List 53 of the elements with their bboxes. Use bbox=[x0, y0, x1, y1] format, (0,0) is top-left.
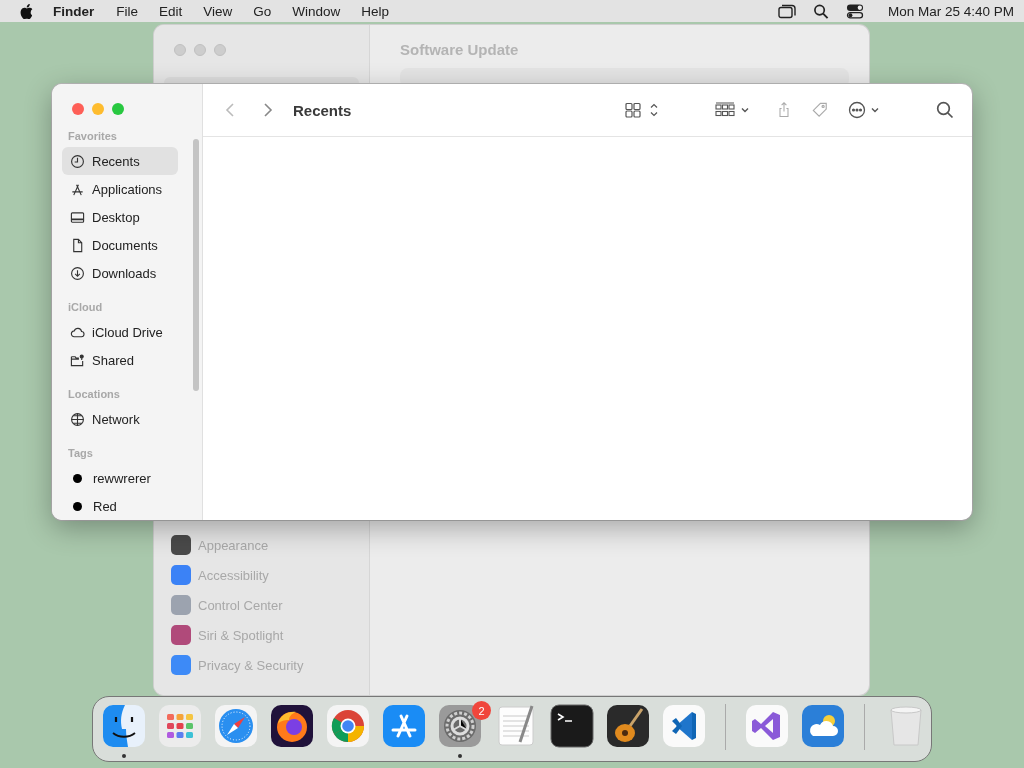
sidebar-item[interactable]: Red bbox=[62, 492, 178, 520]
section-header: iCloud bbox=[68, 301, 104, 315]
app-menu[interactable]: Finder bbox=[53, 3, 95, 19]
sidebar-item[interactable]: rewwrerer bbox=[62, 464, 178, 492]
sidebar-item[interactable]: Network bbox=[62, 405, 178, 433]
menu-item[interactable]: Help bbox=[361, 3, 390, 19]
section-header: Tags bbox=[68, 447, 94, 461]
apple-icon[interactable] bbox=[20, 3, 33, 19]
sidebar-item[interactable]: Applications bbox=[62, 175, 178, 203]
app-store-icon[interactable] bbox=[382, 704, 426, 748]
sidebar-item[interactable]: Shared bbox=[62, 346, 178, 374]
monitor-icon bbox=[70, 209, 85, 225]
compass-icon[interactable] bbox=[214, 704, 258, 748]
share-icon[interactable] bbox=[776, 102, 792, 118]
search-icon[interactable] bbox=[811, 3, 830, 19]
face-icon[interactable] bbox=[102, 704, 146, 748]
code-editor-icon[interactable] bbox=[662, 704, 706, 748]
guitar-icon[interactable] bbox=[606, 704, 650, 748]
sidebar-item[interactable]: Documents bbox=[62, 231, 178, 259]
sidebar-item[interactable]: Desktop bbox=[62, 203, 178, 231]
windows-icon[interactable] bbox=[777, 3, 796, 19]
menu-item[interactable]: Go bbox=[253, 3, 272, 19]
control-center-icon[interactable] bbox=[845, 3, 864, 19]
tag-icon[interactable] bbox=[812, 102, 828, 118]
sidebar-item[interactable]: Recents bbox=[62, 147, 178, 175]
window-title: Recents bbox=[293, 101, 352, 119]
sidebar-item[interactable]: iCloud Drive bbox=[62, 318, 178, 346]
cloud-sun-icon[interactable] bbox=[801, 704, 845, 748]
notification-badge: 2 bbox=[472, 701, 491, 720]
close-button[interactable] bbox=[72, 103, 84, 115]
zoom-button[interactable] bbox=[112, 103, 124, 115]
app-grid-icon[interactable] bbox=[158, 704, 202, 748]
window-title: Software Update bbox=[400, 41, 520, 58]
menu-item[interactable]: View bbox=[203, 3, 233, 19]
scroll-bar[interactable] bbox=[193, 139, 199, 391]
globe-icon bbox=[70, 411, 85, 427]
menu-item[interactable]: Window bbox=[292, 3, 341, 19]
menu-item[interactable]: Edit bbox=[159, 3, 183, 19]
clock-icon bbox=[70, 153, 85, 169]
search-icon[interactable] bbox=[936, 101, 954, 119]
shared-folder-icon bbox=[70, 352, 85, 368]
section-header: Locations bbox=[68, 388, 121, 402]
sidebar-item[interactable]: Downloads bbox=[62, 259, 178, 287]
fox-globe-icon[interactable] bbox=[270, 704, 314, 748]
menu-item[interactable]: File bbox=[116, 3, 139, 19]
gear-icon[interactable] bbox=[438, 704, 482, 748]
clock-text[interactable]: Mon Mar 25 4:40 PM bbox=[887, 3, 1014, 19]
terminal-icon[interactable] bbox=[550, 704, 594, 748]
code-loop-icon[interactable] bbox=[745, 704, 789, 748]
ring-icon[interactable] bbox=[326, 704, 370, 748]
section-header: Favorites bbox=[68, 130, 118, 144]
document-icon bbox=[70, 237, 85, 253]
download-icon bbox=[70, 265, 85, 281]
